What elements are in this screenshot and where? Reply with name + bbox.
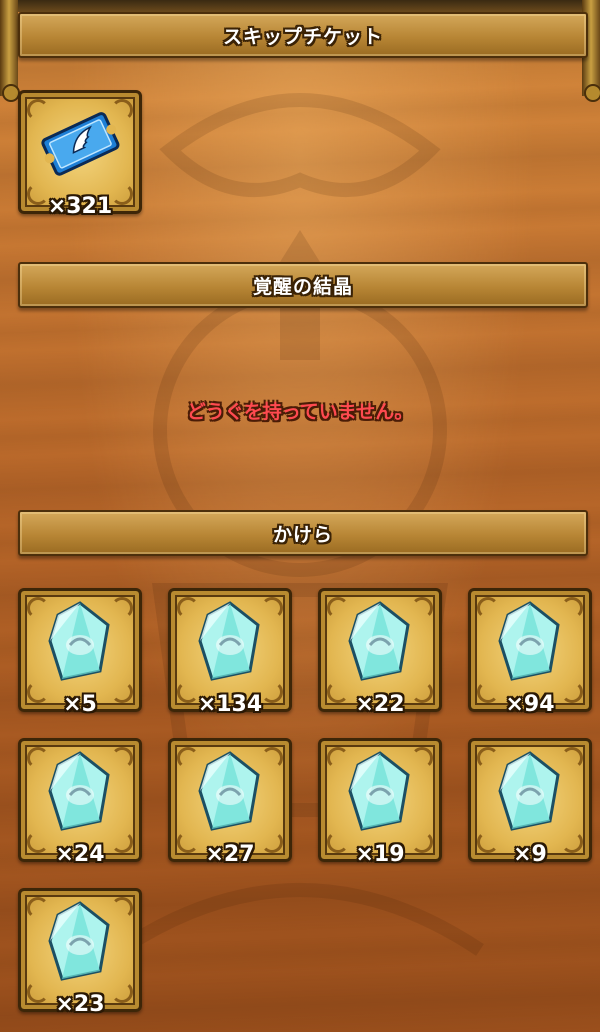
crystal-fragment-icon <box>498 601 560 681</box>
fragment-item[interactable]: ×22 <box>318 588 442 717</box>
skip-ticket-icon <box>41 112 120 176</box>
section-title-skip-ticket: スキップチケット <box>222 25 383 48</box>
crystal-fragment-icon <box>48 601 110 681</box>
item-quantity: ×321 <box>47 194 113 219</box>
fragment-item[interactable]: ×19 <box>318 738 442 867</box>
item-quantity: ×22 <box>355 692 405 717</box>
section-header-awakening-crystal: 覚醒の結晶 <box>18 262 588 308</box>
crystal-fragment-icon <box>198 601 260 681</box>
fragment-item[interactable]: ×134 <box>168 588 292 717</box>
section-title-fragments: かけら <box>272 523 333 546</box>
top-frame-strip <box>0 0 600 12</box>
item-quantity: ×27 <box>205 842 255 867</box>
item-quantity: ×23 <box>55 992 105 1017</box>
fragment-item[interactable]: ×94 <box>468 588 592 717</box>
left-frame-ornament <box>0 0 20 102</box>
crystal-fragment-icon <box>198 751 260 831</box>
section-header-fragments: かけら <box>18 510 588 556</box>
crystal-fragment-icon <box>48 751 110 831</box>
item-quantity: ×94 <box>505 692 555 717</box>
fragment-item[interactable]: ×9 <box>468 738 592 867</box>
fragment-item[interactable]: ×23 <box>18 888 142 1017</box>
crystal-fragment-icon <box>348 601 410 681</box>
item-quantity: ×134 <box>197 692 263 717</box>
crystal-fragment-icon <box>498 751 560 831</box>
crystal-fragment-icon <box>348 751 410 831</box>
skip-ticket-item[interactable]: ×321 <box>18 90 142 219</box>
crystal-fragment-icon <box>48 901 110 981</box>
section-header-skip-ticket: スキップチケット <box>18 12 588 58</box>
item-quantity: ×9 <box>513 842 547 867</box>
item-quantity: ×19 <box>355 842 405 867</box>
fragment-item[interactable]: ×27 <box>168 738 292 867</box>
fragment-item[interactable]: ×24 <box>18 738 142 867</box>
item-quantity: ×24 <box>55 842 105 867</box>
item-quantity: ×5 <box>63 692 97 717</box>
section-title-awakening-crystal: 覚醒の結晶 <box>252 275 353 298</box>
empty-items-message: どうぐを持っていません。 <box>186 401 414 423</box>
fragment-item[interactable]: ×5 <box>18 588 142 717</box>
